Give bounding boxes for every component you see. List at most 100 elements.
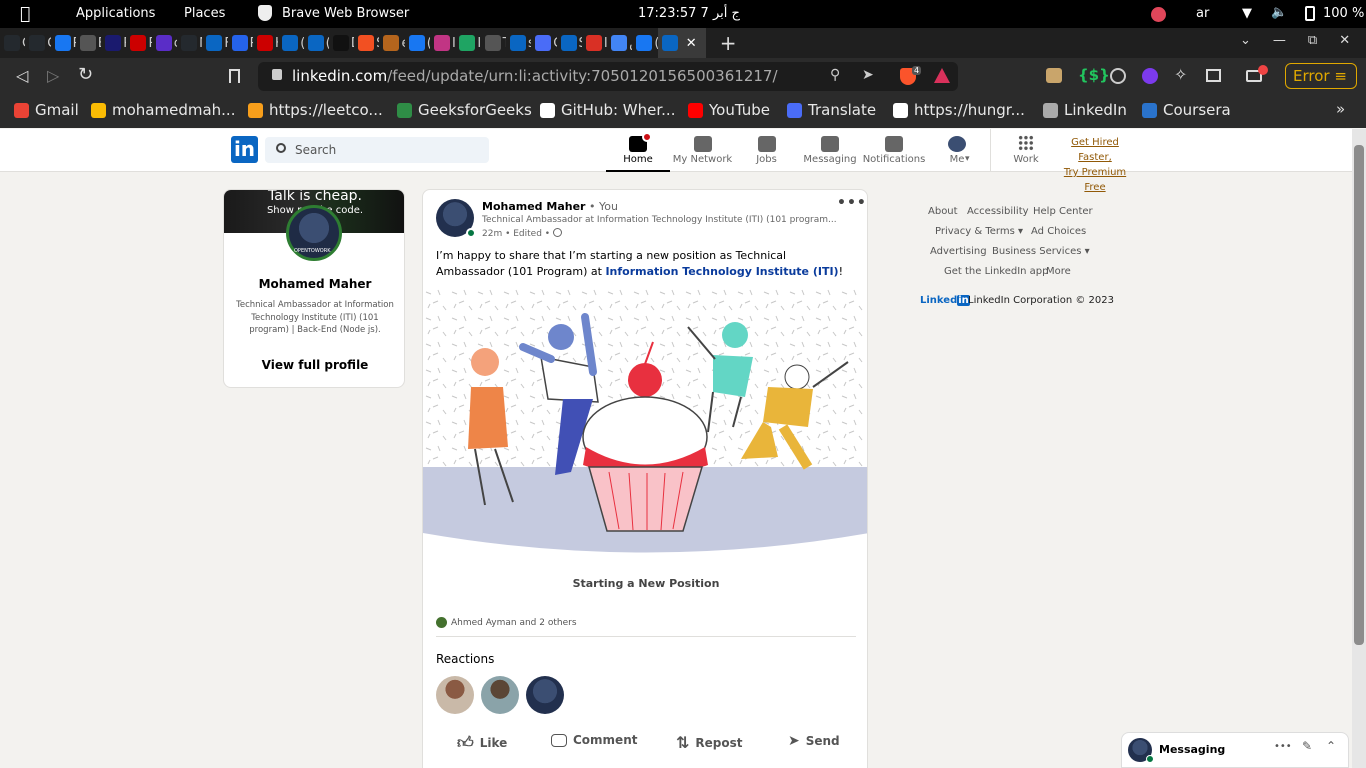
bookmark-icon[interactable]: [229, 69, 240, 83]
work-menu[interactable]: Work: [1004, 129, 1048, 172]
messaging-panel[interactable]: Messaging ••• ✎ ⌃: [1121, 732, 1349, 768]
profile-avatar[interactable]: OPENTOWORK: [286, 205, 342, 261]
footer-privacy-terms[interactable]: Privacy & Terms ▾: [935, 226, 1023, 237]
bookmark-item[interactable]: Coursera: [1142, 101, 1231, 119]
close-tab-icon[interactable]: ✕: [686, 36, 697, 51]
extension-icon-3[interactable]: [1110, 68, 1126, 84]
browser-tab[interactable]: Sc: [354, 28, 379, 58]
browser-tab[interactable]: (1: [405, 28, 430, 58]
footer-about[interactable]: About: [928, 206, 958, 217]
browser-tab[interactable]: Co: [0, 28, 25, 58]
browser-tab[interactable]: (1: [632, 28, 658, 58]
browser-tab[interactable]: (2: [278, 28, 304, 58]
browser-tab[interactable]: Re: [126, 28, 152, 58]
browser-tab[interactable]: G: [531, 28, 557, 58]
bookmark-item[interactable]: https://hungr...: [893, 101, 1025, 119]
bookmark-item[interactable]: mohamedmah...: [91, 101, 235, 119]
bookmark-item[interactable]: Gmail: [14, 101, 79, 119]
nav-home[interactable]: Home: [606, 129, 670, 172]
bookmark-item[interactable]: GeeksforGeeks: [397, 101, 532, 119]
zoom-icon[interactable]: ⚲: [830, 67, 840, 83]
linkedin-logo[interactable]: in: [231, 136, 258, 163]
browser-tab[interactable]: IN: [455, 28, 481, 58]
apple-icon[interactable]: : [20, 4, 30, 24]
view-full-profile-link[interactable]: View full profile: [224, 358, 404, 372]
author-name[interactable]: Mohamed Maher: [482, 200, 585, 213]
sidebar-icon[interactable]: [1206, 69, 1221, 82]
post-image[interactable]: [423, 287, 867, 553]
footer-business-services[interactable]: Business Services ▾: [992, 246, 1090, 257]
nav-my-network[interactable]: My Network: [670, 129, 735, 172]
applications-menu[interactable]: Applications: [76, 6, 155, 21]
new-tab-button[interactable]: +: [720, 31, 737, 55]
send-button[interactable]: ➤ Send: [788, 733, 840, 749]
browser-tab[interactable]: In: [582, 28, 607, 58]
battery-icon[interactable]: [1305, 6, 1315, 21]
nav-notifications[interactable]: Notifications: [862, 129, 926, 172]
footer-help-center[interactable]: Help Center: [1033, 206, 1093, 217]
extension-icon-4[interactable]: [1142, 68, 1158, 84]
share-icon[interactable]: ➤: [862, 67, 874, 83]
company-link[interactable]: Information Technology Institute (ITI): [605, 265, 838, 278]
browser-tab[interactable]: Te: [481, 28, 506, 58]
bookmark-item[interactable]: LinkedIn: [1043, 101, 1127, 119]
bookmark-item[interactable]: https://leetco...: [248, 101, 383, 119]
footer-accessibility[interactable]: Accessibility: [967, 206, 1029, 217]
footer-get-app[interactable]: Get the LinkedIn app: [944, 266, 1049, 277]
search-input[interactable]: Search: [265, 137, 489, 163]
browser-tab[interactable]: M: [177, 28, 202, 58]
bookmark-item[interactable]: GitHub: Wher...: [540, 101, 675, 119]
bookmark-item[interactable]: YouTube: [688, 101, 770, 119]
browser-tab[interactable]: ص: [607, 28, 632, 58]
like-button[interactable]: 👍︎ Like: [457, 733, 507, 753]
forward-icon[interactable]: ▷: [47, 66, 59, 85]
browser-tab[interactable]: Co: [25, 28, 51, 58]
footer-advertising[interactable]: Advertising: [930, 246, 987, 257]
bookmark-item[interactable]: Translate: [787, 101, 876, 119]
minimize-icon[interactable]: —: [1273, 33, 1286, 48]
scroll-thumb[interactable]: [1354, 145, 1364, 645]
chrome-status-icon[interactable]: [1151, 7, 1166, 22]
brave-rewards-icon[interactable]: [934, 68, 950, 83]
language-indicator[interactable]: ar: [1196, 6, 1209, 21]
browser-tab[interactable]: Pr: [51, 28, 76, 58]
reactions-summary[interactable]: Ahmed Ayman and 2 others: [451, 618, 577, 628]
clock[interactable]: 17:23:57 ج أبر 7: [638, 6, 740, 21]
active-tab[interactable]: ✕: [657, 28, 706, 58]
wifi-icon[interactable]: ▼: [1242, 6, 1252, 21]
profile-name[interactable]: Mohamed Maher: [224, 277, 404, 291]
comment-button[interactable]: Comment: [551, 733, 637, 747]
browser-menu[interactable]: Brave Web Browser: [282, 6, 409, 21]
tab-search-icon[interactable]: ⌄: [1240, 33, 1251, 48]
extension-icon-2[interactable]: {$}: [1078, 66, 1110, 84]
reactor-avatar[interactable]: [526, 676, 564, 714]
extension-icon-1[interactable]: [1046, 68, 1062, 83]
browser-tab[interactable]: (1: [304, 28, 329, 58]
browser-tab[interactable]: B: [76, 28, 101, 58]
extensions-icon[interactable]: ✧: [1174, 65, 1187, 84]
places-menu[interactable]: Places: [184, 6, 225, 21]
nav-messaging[interactable]: Messaging: [798, 129, 862, 172]
address-bar[interactable]: linkedin.com/feed/update/urn:li:activity…: [258, 62, 958, 91]
browser-tab[interactable]: In: [430, 28, 455, 58]
browser-tab[interactable]: H: [253, 28, 278, 58]
maximize-icon[interactable]: ⧉: [1308, 33, 1317, 48]
browser-tab[interactable]: ed: [379, 28, 405, 58]
footer-ad-choices[interactable]: Ad Choices: [1031, 226, 1086, 237]
browser-tab[interactable]: D: [329, 28, 354, 58]
compose-icon[interactable]: ✎: [1302, 739, 1312, 753]
browser-tab[interactable]: sc: [506, 28, 531, 58]
volume-icon[interactable]: 🔈: [1271, 5, 1287, 20]
browser-tab[interactable]: ch: [152, 28, 177, 58]
more-options-icon[interactable]: •••: [1274, 741, 1292, 752]
premium-link[interactable]: Get Hired Faster, Try Premium Free: [1055, 135, 1135, 195]
error-button[interactable]: Error ≡: [1285, 63, 1357, 89]
browser-tab[interactable]: Sc: [557, 28, 582, 58]
more-bookmarks-icon[interactable]: »: [1336, 100, 1345, 118]
browser-tab[interactable]: Pr: [228, 28, 253, 58]
repost-button[interactable]: ⇅ Repost: [676, 733, 743, 752]
nav-jobs[interactable]: Jobs: [735, 129, 798, 172]
reload-icon[interactable]: ↻: [78, 64, 93, 85]
nav-me[interactable]: Me ▾: [926, 129, 988, 172]
chevron-up-icon[interactable]: ⌃: [1326, 739, 1336, 753]
